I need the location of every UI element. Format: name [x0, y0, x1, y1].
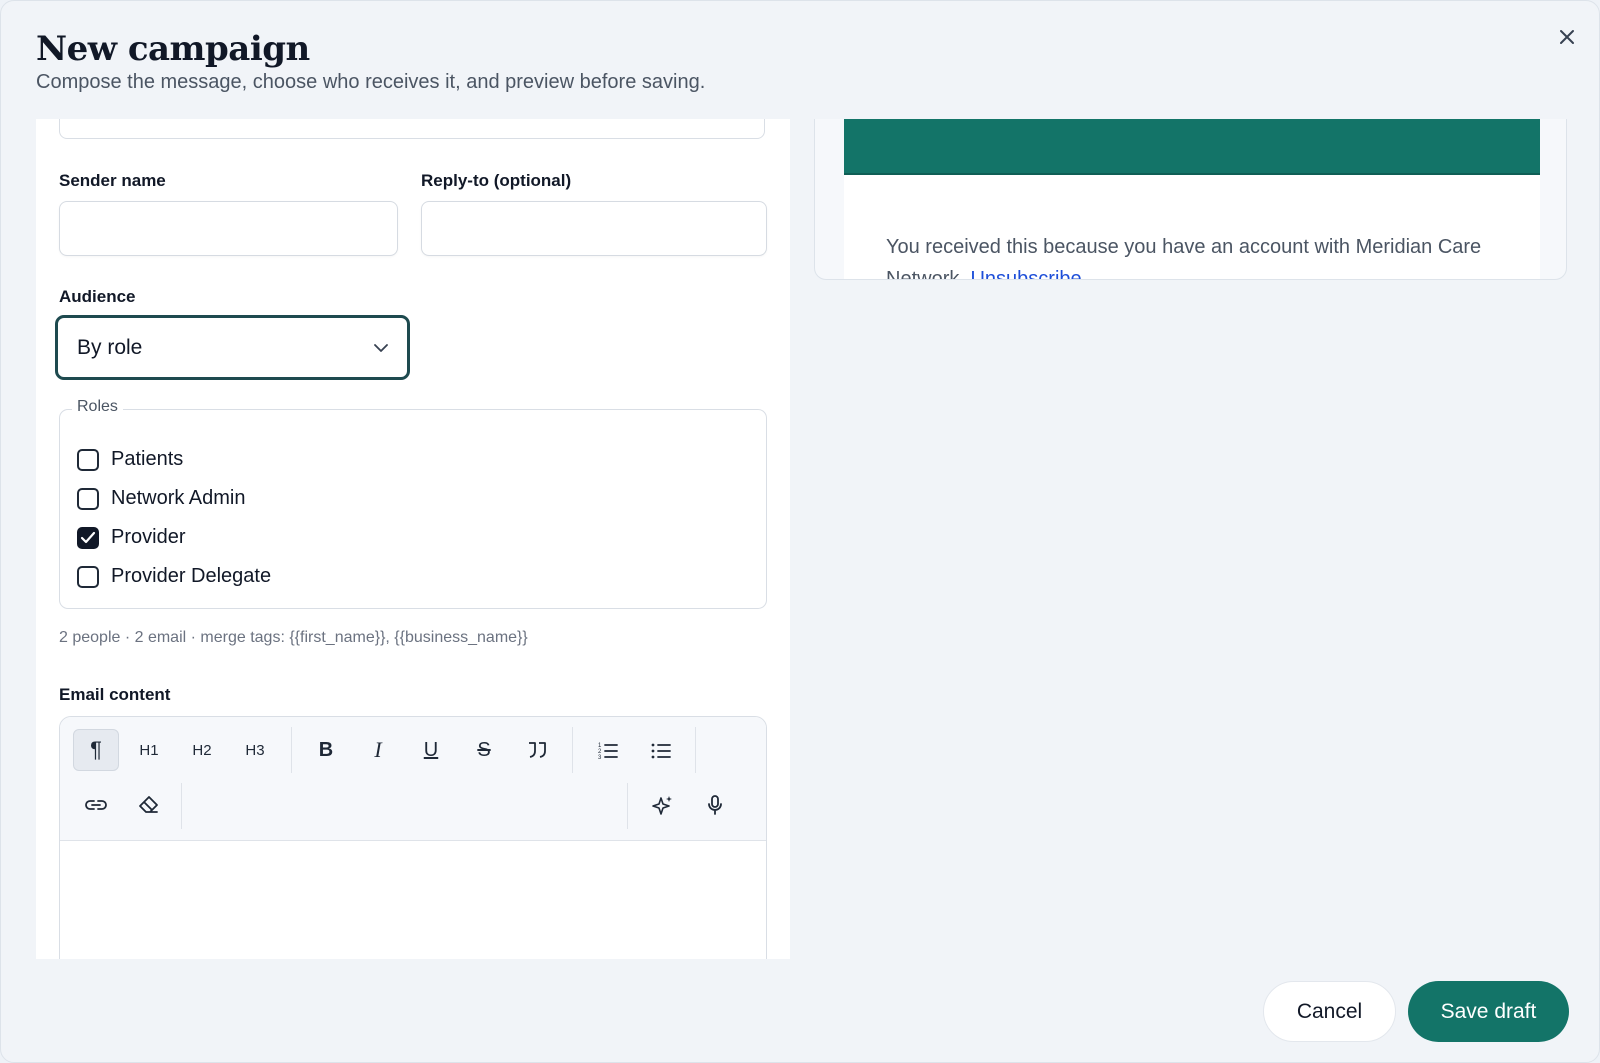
role-option-provider-delegate[interactable]: Provider Delegate	[77, 565, 271, 588]
toolbar-divider	[181, 783, 182, 829]
link-button[interactable]	[73, 784, 119, 826]
underline-icon: U	[423, 738, 439, 761]
bullet-list-button[interactable]	[638, 729, 684, 771]
heading2-button[interactable]: H2	[179, 729, 225, 771]
audience-selected-value: By role	[77, 335, 143, 359]
strikethrough-icon: S	[477, 738, 491, 761]
campaign-dialog: New campaign Compose the message, choose…	[0, 0, 1600, 1063]
checkbox[interactable]	[77, 565, 99, 588]
check-icon	[80, 531, 96, 543]
strikethrough-button[interactable]: S	[461, 729, 507, 771]
italic-icon: I	[374, 737, 382, 762]
close-icon	[1560, 30, 1574, 44]
ordered-list-button[interactable]: 1 2 3	[585, 729, 631, 771]
compose-form: Sender name Reply-to (optional) Audience…	[36, 119, 790, 959]
heading1-icon: H1	[139, 741, 159, 759]
dialog-subtitle: Compose the message, choose who receives…	[36, 71, 706, 93]
toolbar-divider	[695, 727, 696, 773]
dictation-button[interactable]	[692, 784, 738, 826]
toolbar-divider	[572, 727, 573, 773]
bullet-list-icon	[651, 743, 671, 759]
heading1-button[interactable]: H1	[126, 729, 172, 771]
role-label: Provider Delegate	[111, 565, 272, 587]
editor-content-area[interactable]	[60, 842, 766, 959]
blockquote-button[interactable]	[514, 729, 560, 771]
email-preview-card: You received this because you have an ac…	[844, 119, 1540, 279]
eraser-icon	[139, 796, 158, 813]
audience-label: Audience	[59, 287, 136, 306]
microphone-icon	[708, 795, 722, 815]
toolbar-divider	[291, 727, 292, 773]
paragraph-button[interactable]: ¶	[73, 729, 119, 771]
dialog-title: New campaign	[36, 29, 310, 69]
sender-name-input[interactable]	[59, 201, 398, 256]
checkbox-checked[interactable]	[77, 526, 99, 549]
heading3-button[interactable]: H3	[232, 729, 278, 771]
roles-legend: Roles	[72, 398, 123, 416]
sparkles-icon	[652, 796, 672, 815]
cancel-button[interactable]: Cancel	[1263, 981, 1396, 1042]
email-header-banner	[844, 119, 1540, 175]
audience-select[interactable]: By role	[55, 315, 410, 380]
quote-icon	[529, 742, 546, 758]
roles-fieldset: Roles Patients Network Admin Provider Pr…	[59, 398, 767, 609]
svg-text:3: 3	[598, 755, 602, 760]
sender-name-label: Sender name	[59, 171, 166, 190]
role-label: Network Admin	[111, 487, 246, 509]
email-preview-panel: You received this because you have an ac…	[814, 119, 1567, 280]
rich-text-editor: ¶ H1 H2 H3 B I U S 1 2 3	[59, 716, 767, 959]
heading2-icon: H2	[192, 741, 212, 759]
subject-input[interactable]	[59, 119, 765, 139]
close-button[interactable]	[1551, 21, 1583, 53]
role-label: Patients	[111, 448, 184, 470]
reply-to-label: Reply-to (optional)	[421, 171, 572, 190]
checkbox[interactable]	[77, 448, 99, 471]
role-option-patients[interactable]: Patients	[77, 448, 183, 471]
role-option-provider[interactable]: Provider	[77, 526, 185, 549]
bold-icon: B	[318, 738, 334, 761]
checkbox[interactable]	[77, 487, 99, 510]
italic-button[interactable]: I	[355, 729, 401, 771]
chevron-down-icon	[374, 343, 388, 352]
ai-assist-button[interactable]	[640, 784, 686, 826]
save-draft-button[interactable]: Save draft	[1408, 981, 1569, 1042]
ordered-list-icon: 1 2 3	[598, 743, 618, 760]
link-icon	[85, 800, 107, 810]
paragraph-icon: ¶	[90, 737, 102, 762]
audience-summary: 2 people · 2 email · merge tags: {{first…	[59, 629, 528, 646]
clear-formatting-button[interactable]	[126, 784, 172, 826]
heading3-icon: H3	[245, 741, 265, 759]
editor-toolbar: ¶ H1 H2 H3 B I U S 1 2 3	[60, 717, 766, 841]
email-content-label: Email content	[59, 685, 171, 704]
role-option-network-admin[interactable]: Network Admin	[77, 487, 246, 510]
email-footer: You received this because you have an ac…	[886, 231, 1506, 279]
toolbar-divider	[627, 783, 628, 829]
bold-button[interactable]: B	[303, 729, 349, 771]
underline-button[interactable]: U	[408, 729, 454, 771]
unsubscribe-link[interactable]: Unsubscribe	[970, 268, 1081, 279]
role-label: Provider	[111, 526, 186, 548]
reply-to-input[interactable]	[421, 201, 767, 256]
